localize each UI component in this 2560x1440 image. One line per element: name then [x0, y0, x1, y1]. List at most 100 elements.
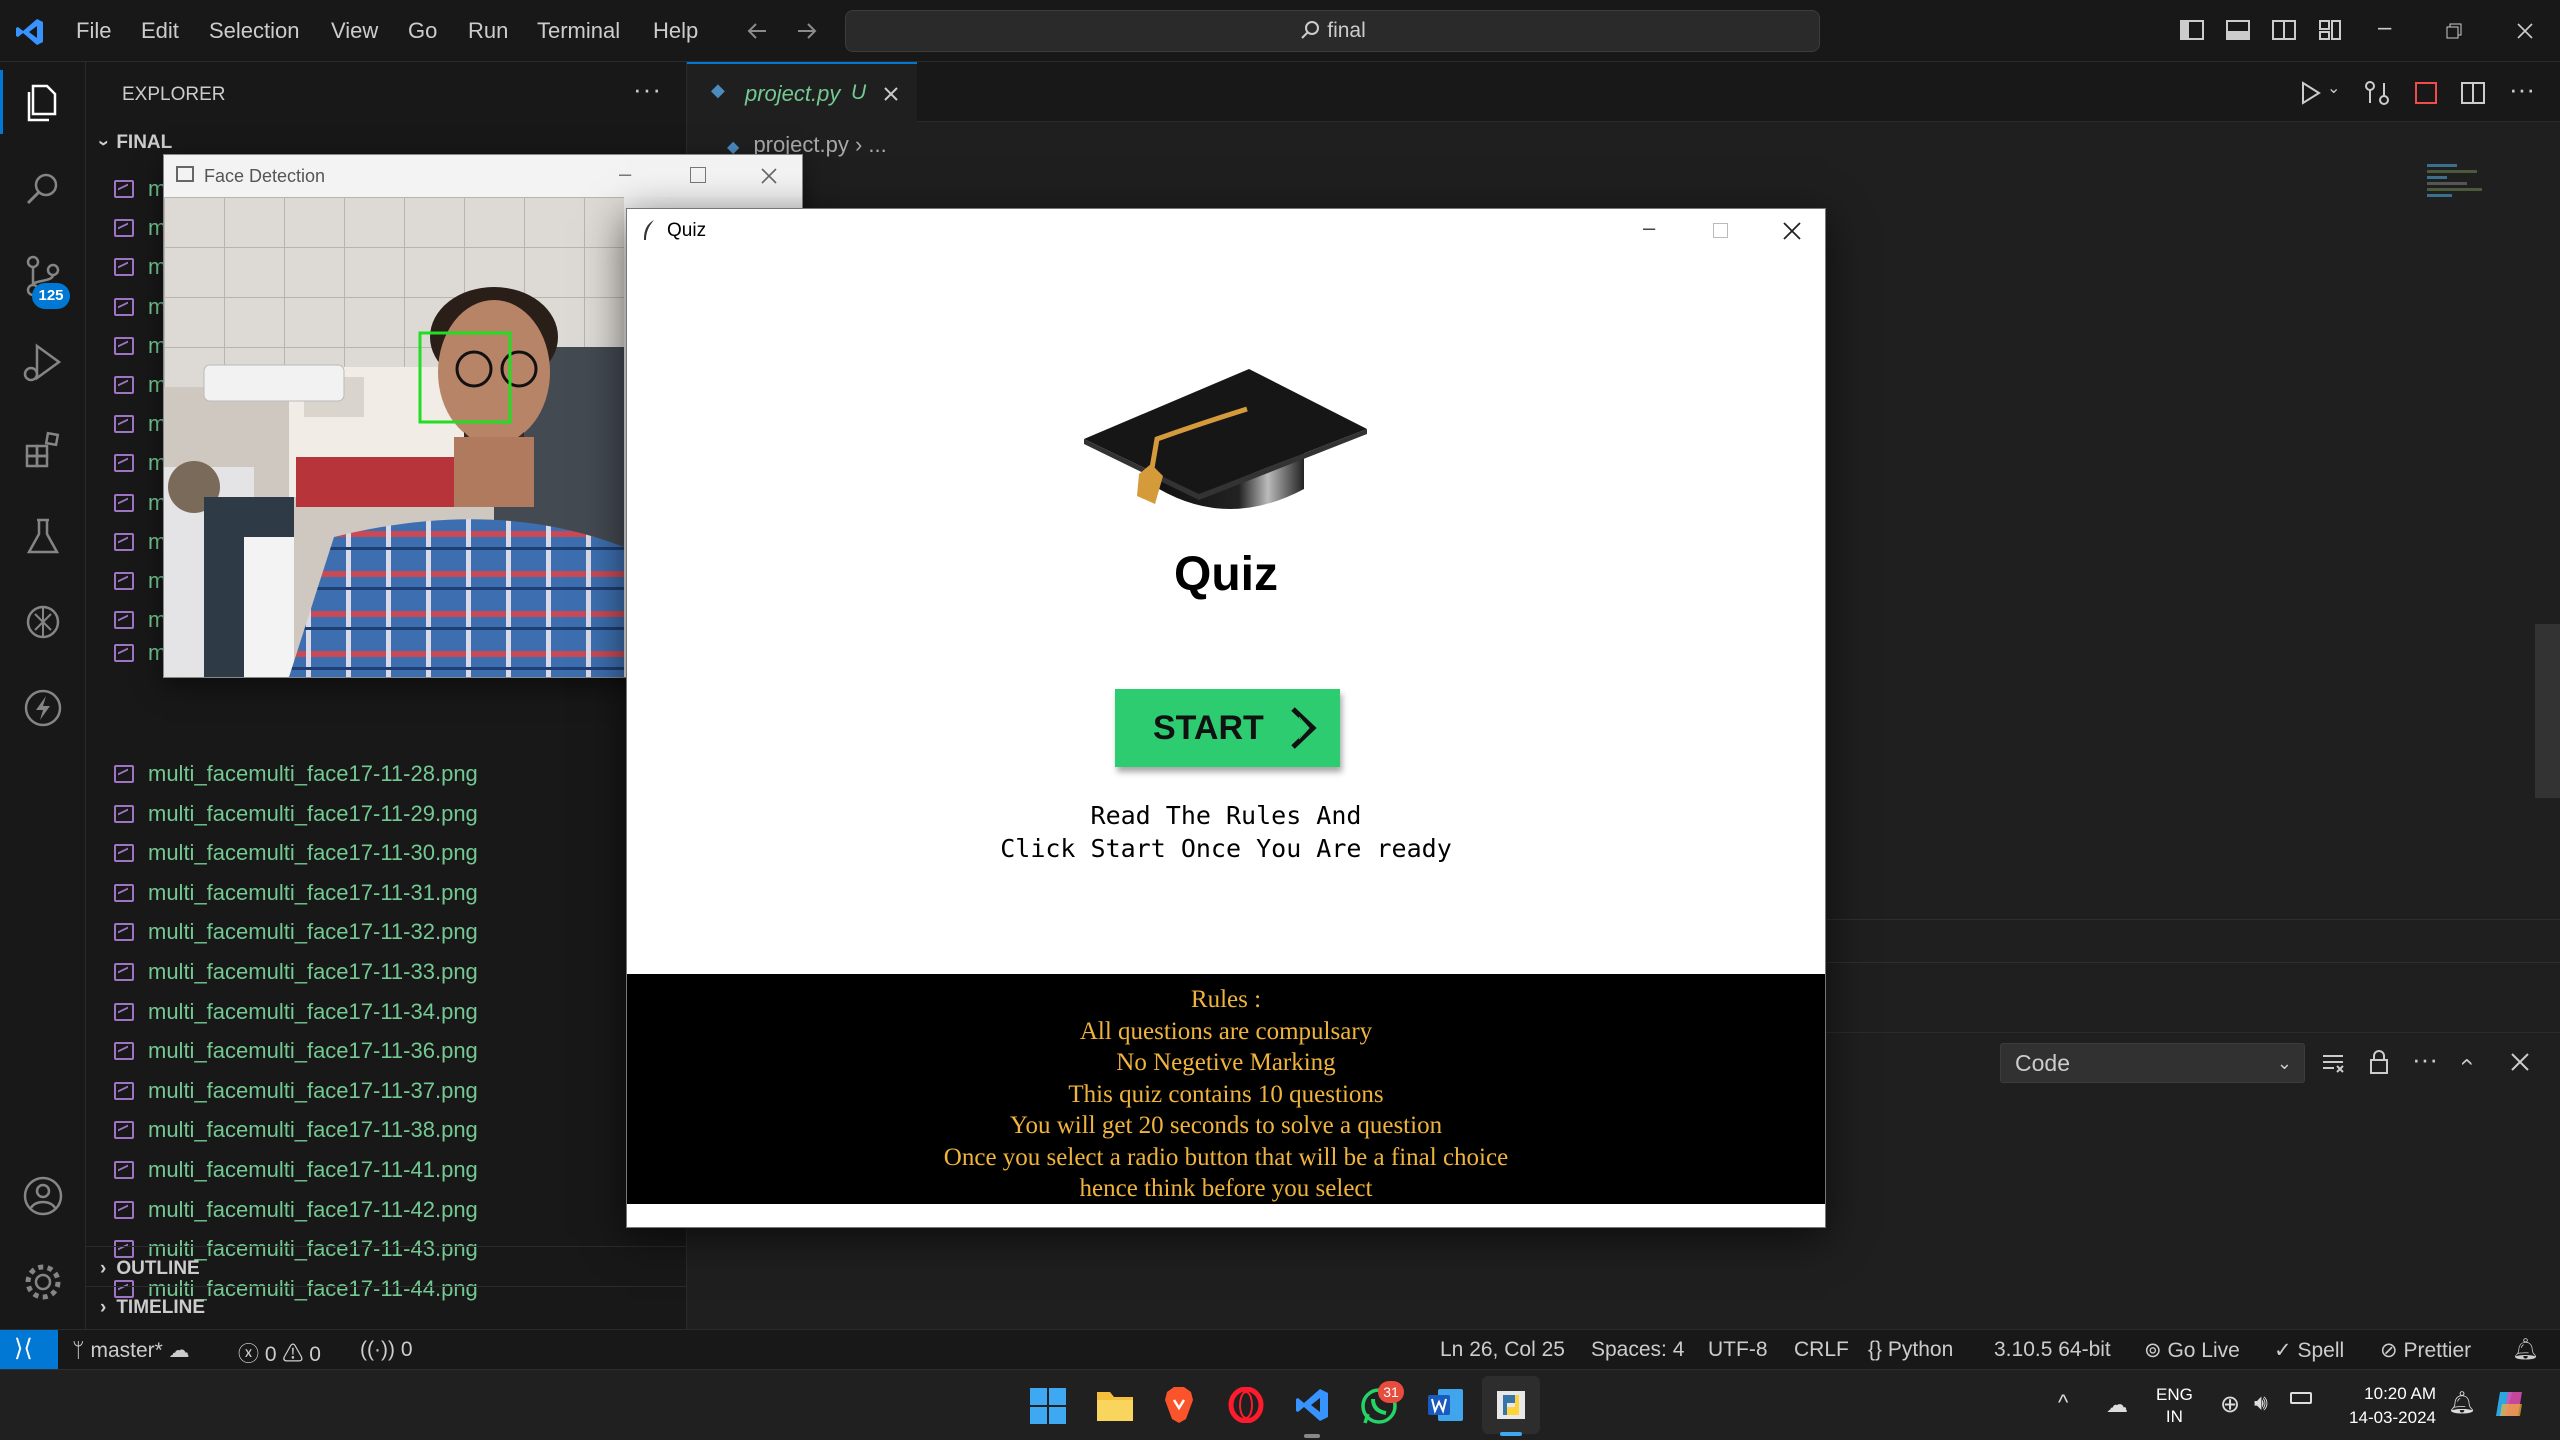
start-button[interactable]: START — [1115, 689, 1340, 767]
ports-status[interactable]: ((·)) 0 — [360, 1338, 413, 1362]
more-actions-icon[interactable]: ··· — [633, 74, 662, 105]
opera-browser-icon[interactable] — [1228, 1387, 1264, 1423]
testing-flask-icon[interactable] — [19, 512, 67, 560]
file-row[interactable]: multi_facemulti_face17-11-28.png — [114, 761, 478, 799]
file-row[interactable]: m — [114, 176, 166, 214]
battery-icon[interactable] — [2290, 1392, 2312, 1404]
file-row[interactable]: m — [114, 215, 166, 253]
forward-arrow-icon[interactable] — [794, 18, 820, 44]
language-status[interactable]: {} Python — [1868, 1338, 1953, 1362]
file-row[interactable]: multi_facemulti_face17-11-34.png — [114, 999, 478, 1037]
file-row[interactable]: m — [114, 333, 166, 371]
stop-icon[interactable] — [2415, 82, 2437, 104]
notifications-bell-icon[interactable]: 🔔︎ — [2448, 1390, 2476, 1416]
window-minimize-icon[interactable]: – — [619, 161, 631, 187]
menu-view[interactable]: View — [331, 18, 378, 44]
maximize-panel-icon[interactable]: › — [2452, 1058, 2480, 1066]
file-row[interactable]: multi_facemulti_face17-11-41.png — [114, 1157, 478, 1195]
file-row[interactable]: multi_facemulti_face17-11-31.png — [114, 880, 478, 918]
accounts-icon[interactable] — [19, 1172, 67, 1220]
customize-layout-icon[interactable] — [2316, 16, 2344, 44]
onedrive-cloud-icon[interactable]: ☁ — [2106, 1392, 2128, 1418]
file-row[interactable]: multi_facemulti_face17-11-42.png — [114, 1197, 478, 1235]
window-close-icon[interactable] — [2515, 21, 2535, 41]
file-row[interactable]: multi_facemulti_face17-11-38.png — [114, 1117, 478, 1155]
show-hidden-icons-icon[interactable]: ^ — [2058, 1390, 2068, 1416]
menu-file[interactable]: File — [76, 18, 111, 44]
outline-header[interactable]: › OUTLINE — [100, 1258, 200, 1280]
file-row[interactable]: multi_facemulti_face17-11-29.png — [114, 801, 478, 839]
run-python-file-icon[interactable] — [2297, 80, 2323, 106]
minimap[interactable] — [2427, 164, 2487, 224]
split-editor-icon[interactable] — [2459, 79, 2487, 107]
vscode-taskbar-icon[interactable] — [1294, 1387, 1330, 1423]
file-row[interactable]: m — [114, 450, 166, 488]
file-row[interactable]: multi_facemulti_face17-11-32.png — [114, 919, 478, 957]
menu-go[interactable]: Go — [408, 18, 437, 44]
file-row[interactable]: m — [114, 254, 166, 292]
file-row[interactable]: multi_facemulti_face17-11-37.png — [114, 1078, 478, 1116]
file-row[interactable]: m — [114, 372, 166, 410]
back-arrow-icon[interactable] — [744, 18, 770, 44]
file-row[interactable]: m — [114, 411, 166, 449]
notifications-bell-icon[interactable]: 🔔︎ — [2512, 1338, 2539, 1362]
menu-help[interactable]: Help — [653, 18, 698, 44]
run-dropdown-icon[interactable]: ⌄ — [2327, 78, 2340, 98]
tab-project-py[interactable]: ◆ project.py U — [687, 62, 917, 122]
clear-output-icon[interactable] — [2320, 1050, 2346, 1076]
window-minimize-icon[interactable]: – — [1643, 215, 1655, 241]
lock-scroll-icon[interactable] — [2367, 1048, 2391, 1076]
indentation-status[interactable]: Spaces: 4 — [1591, 1338, 1684, 1362]
timeline-header[interactable]: › TIMELINE — [100, 1297, 205, 1319]
remote-indicator[interactable]: ⟩⟨ — [0, 1330, 58, 1370]
menu-run[interactable]: Run — [468, 18, 508, 44]
volume-icon[interactable]: 🔊︎ — [2254, 1390, 2268, 1416]
window-maximize-icon[interactable] — [690, 167, 706, 183]
window-restore-icon[interactable] — [2445, 22, 2463, 40]
windows-start-icon[interactable] — [1030, 1388, 1066, 1424]
file-row[interactable]: m — [114, 529, 166, 567]
encoding-status[interactable]: UTF-8 — [1708, 1338, 1768, 1362]
menu-selection[interactable]: Selection — [209, 18, 300, 44]
more-actions-icon[interactable]: ··· — [2509, 74, 2535, 105]
network-globe-icon[interactable]: ⊕ — [2220, 1390, 2240, 1419]
command-center-search[interactable]: final — [845, 10, 1820, 52]
close-icon[interactable] — [883, 86, 899, 102]
quiz-window-titlebar[interactable]: Quiz – — [627, 209, 1825, 251]
copilot-icon[interactable] — [2492, 1386, 2528, 1422]
output-channel-select[interactable]: Code ⌄ — [2000, 1043, 2305, 1083]
golive-status[interactable]: ⊚ Go Live — [2144, 1338, 2240, 1363]
extensions-icon[interactable] — [19, 426, 67, 474]
file-explorer-icon[interactable] — [1096, 1388, 1134, 1422]
clock[interactable]: 10:20 AM 14-03-2024 — [2342, 1382, 2436, 1430]
window-close-icon[interactable] — [1782, 221, 1802, 241]
file-row[interactable]: m — [114, 294, 166, 332]
cursor-position[interactable]: Ln 26, Col 25 — [1440, 1338, 1565, 1362]
editor-scrollbar-thumb[interactable] — [2535, 624, 2560, 798]
prettier-status[interactable]: ⊘ Prettier — [2380, 1338, 2471, 1363]
branch-status[interactable]: ᛘ master* ☁ — [72, 1338, 190, 1363]
problems-status[interactable]: ⓧ 0 ⚠ 0 — [238, 1338, 321, 1368]
python-interpreter[interactable]: 3.10.5 64-bit — [1994, 1338, 2111, 1362]
file-row[interactable]: multi_facemulti_face17-11-36.png — [114, 1038, 478, 1076]
more-actions-icon[interactable]: ··· — [2412, 1044, 2438, 1075]
folder-final-header[interactable]: › FINAL — [93, 132, 172, 154]
window-close-icon[interactable] — [760, 167, 778, 185]
eol-status[interactable]: CRLF — [1794, 1338, 1849, 1362]
file-row[interactable]: multi_facemulti_face17-11-33.png — [114, 959, 478, 997]
brave-browser-icon[interactable] — [1162, 1386, 1196, 1424]
explorer-files-icon[interactable] — [19, 78, 67, 126]
window-minimize-icon[interactable]: – — [2378, 14, 2391, 42]
word-icon[interactable] — [1426, 1387, 1464, 1423]
search-icon[interactable] — [19, 166, 67, 214]
toggle-sidebar-icon[interactable] — [2178, 16, 2206, 44]
toggle-panel-icon[interactable] — [2224, 16, 2252, 44]
python-app-highlight[interactable] — [1482, 1376, 1540, 1436]
lightning-icon[interactable] — [19, 684, 67, 732]
file-row[interactable]: m — [114, 568, 166, 606]
menu-terminal[interactable]: Terminal — [537, 18, 620, 44]
openai-chatgpt-icon[interactable] — [19, 598, 67, 646]
manage-gear-icon[interactable] — [19, 1258, 67, 1306]
menu-edit[interactable]: Edit — [141, 18, 179, 44]
file-row[interactable]: m — [114, 490, 166, 528]
